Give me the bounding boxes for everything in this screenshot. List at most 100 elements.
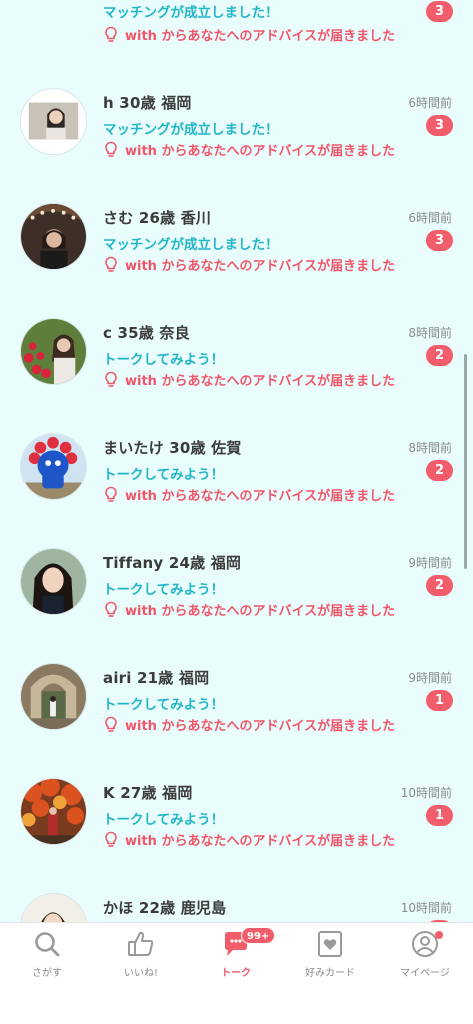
conversation-time: 9時間前	[408, 671, 452, 685]
conversation-row[interactable]: まいたけ 30歳 佐賀 8時間前 トークしてみよう！ with からあなたへのア…	[0, 433, 473, 549]
conversation-message: トークしてみよう！	[103, 467, 225, 483]
advice-text: with からあなたへのアドバイスが届きました	[125, 834, 396, 849]
conversation-name: Tiffany 24歳 福岡	[103, 554, 242, 572]
advice-line: with からあなたへのアドバイスが届きました	[103, 25, 395, 44]
avatar-photo	[21, 434, 86, 499]
tab-label: いいね!	[123, 968, 158, 979]
advice-line: with からあなたへのアドバイスが届きました	[103, 830, 395, 849]
advice-line: with からあなたへのアドバイスが届きました	[103, 370, 395, 389]
conversation-row[interactable]: さむ 26歳 香川 6時間前 マッチングが成立しました！ with からあなたへ…	[0, 203, 473, 319]
conversation-row[interactable]: h 30歳 福岡 6時間前 マッチングが成立しました！ with からあなたへの…	[0, 88, 473, 204]
conversation-name: かほ 22歳 鹿児島	[103, 899, 227, 917]
conversation-time: 8時間前	[408, 441, 452, 455]
conversation-message: トークしてみよう！	[103, 697, 225, 713]
conversation-row[interactable]: かほ 22歳 鹿児島 10時間前	[0, 893, 473, 922]
conversation-row[interactable]: マッチングが成立しました！ with からあなたへのアドバイスが届きました 3	[0, 0, 473, 44]
conversation-time: 6時間前	[408, 96, 452, 110]
advice-line: with からあなたへのアドバイスが届きました	[103, 255, 395, 274]
heart-card-icon	[318, 931, 342, 957]
advice-line: with からあなたへのアドバイスが届きました	[103, 485, 395, 504]
lightbulb-icon	[105, 601, 117, 617]
lightbulb-icon	[105, 141, 117, 157]
unread-badge: 1	[426, 805, 453, 826]
scrollbar[interactable]	[464, 354, 467, 569]
advice-text: with からあなたへのアドバイスが届きました	[125, 144, 396, 159]
lightbulb-icon	[105, 716, 117, 732]
avatar-photo	[21, 664, 86, 729]
lightbulb-icon	[105, 256, 117, 272]
unread-badge: 3	[426, 115, 453, 136]
tab-cards[interactable]: 好みカード	[283, 929, 377, 989]
conversation-list[interactable]: マッチングが成立しました！ with からあなたへのアドバイスが届きました 3 …	[0, 0, 473, 922]
unread-badge: 3	[426, 1, 453, 22]
conversation-name: まいたけ 30歳 佐賀	[103, 439, 242, 457]
advice-text: with からあなたへのアドバイスが届きました	[125, 719, 396, 734]
search-icon	[35, 932, 60, 957]
conversation-name: c 35歳 奈良	[103, 324, 190, 342]
avatar-photo	[21, 779, 86, 844]
avatar[interactable]	[20, 318, 87, 385]
avatar-photo	[21, 89, 86, 154]
conversation-time: 6時間前	[408, 211, 452, 225]
unread-badge: 3	[426, 230, 453, 251]
advice-text: with からあなたへのアドバイスが届きました	[125, 604, 396, 619]
conversation-row[interactable]: Tiffany 24歳 福岡 9時間前 トークしてみよう！ with からあなた…	[0, 548, 473, 664]
lightbulb-icon	[105, 831, 117, 847]
unread-badge: 2	[426, 460, 453, 481]
conversation-message: マッチングが成立しました！	[103, 237, 279, 253]
advice-line: with からあなたへのアドバイスが届きました	[103, 715, 395, 734]
conversation-name: さむ 26歳 香川	[103, 209, 212, 227]
advice-text: with からあなたへのアドバイスが届きました	[125, 374, 396, 389]
bottom-tab-bar: さがす いいね! 99+ トーク 好みカード マイページ	[0, 922, 473, 1024]
conversation-time: 8時間前	[408, 326, 452, 340]
conversation-name: airi 21歳 福岡	[103, 669, 210, 687]
tab-label: 好みカード	[305, 968, 355, 979]
conversation-row[interactable]: c 35歳 奈良 8時間前 トークしてみよう！ with からあなたへのアドバイ…	[0, 318, 473, 434]
advice-text: with からあなたへのアドバイスが届きました	[125, 29, 396, 44]
advice-text: with からあなたへのアドバイスが届きました	[125, 489, 396, 504]
tab-likes[interactable]: いいね!	[94, 929, 188, 989]
thumbs-up-icon	[128, 931, 154, 956]
avatar[interactable]	[20, 433, 87, 500]
avatar[interactable]	[20, 893, 87, 922]
advice-line: with からあなたへのアドバイスが届きました	[103, 600, 395, 619]
conversation-time: 10時間前	[400, 786, 452, 800]
unread-badge: 2	[426, 575, 453, 596]
unread-badge: 1	[426, 690, 453, 711]
talk-unread-badge: 99+	[241, 927, 276, 944]
conversation-row[interactable]: airi 21歳 福岡 9時間前 トークしてみよう！ with からあなたへのア…	[0, 663, 473, 779]
conversation-message: トークしてみよう！	[103, 812, 225, 828]
app-screen: マッチングが成立しました！ with からあなたへのアドバイスが届きました 3 …	[0, 0, 473, 1024]
conversation-row[interactable]: K 27歳 福岡 10時間前 トークしてみよう！ with からあなたへのアドバ…	[0, 778, 473, 894]
tab-label: マイページ	[400, 968, 450, 979]
tab-talk[interactable]: 99+ トーク	[189, 927, 283, 989]
conversation-time: 9時間前	[408, 556, 452, 570]
avatar[interactable]	[20, 88, 87, 155]
conversation-message: マッチングが成立しました！	[103, 122, 279, 138]
avatar[interactable]	[20, 548, 87, 615]
tab-search[interactable]: さがす	[0, 929, 94, 989]
advice-line: with からあなたへのアドバイスが届きました	[103, 140, 395, 159]
avatar-photo	[21, 549, 86, 614]
lightbulb-icon	[105, 371, 117, 387]
unread-badge: 2	[426, 345, 453, 366]
tab-mypage[interactable]: マイページ	[378, 929, 472, 989]
conversation-name: K 27歳 福岡	[103, 784, 193, 802]
avatar-photo	[21, 319, 86, 384]
lightbulb-icon	[105, 26, 117, 42]
conversation-message: トークしてみよう！	[103, 582, 225, 598]
conversation-time: 10時間前	[400, 901, 452, 915]
tab-label: トーク	[221, 968, 251, 979]
avatar[interactable]	[20, 663, 87, 730]
avatar-photo	[21, 204, 86, 269]
tab-label: さがす	[32, 968, 62, 979]
lightbulb-icon	[105, 486, 117, 502]
notification-dot	[435, 931, 443, 939]
avatar[interactable]	[20, 778, 87, 845]
advice-text: with からあなたへのアドバイスが届きました	[125, 259, 396, 274]
conversation-message: トークしてみよう！	[103, 352, 225, 368]
conversation-name: h 30歳 福岡	[103, 94, 192, 112]
avatar[interactable]	[20, 203, 87, 270]
avatar-photo	[21, 894, 86, 922]
conversation-message: マッチングが成立しました！	[103, 5, 279, 21]
